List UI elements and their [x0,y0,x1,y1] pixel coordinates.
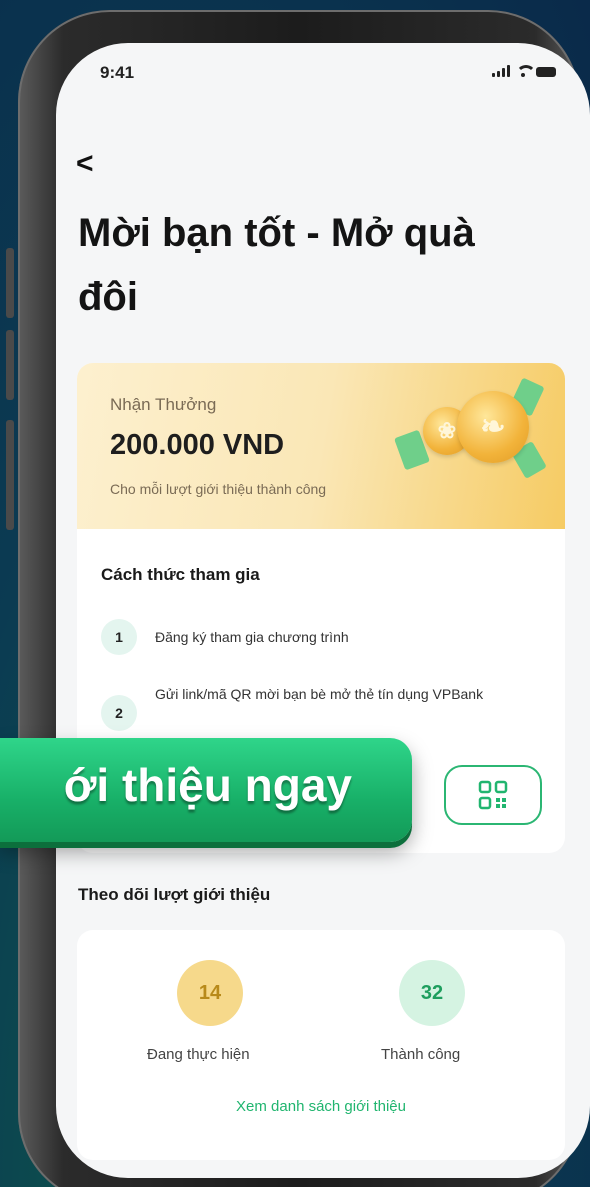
refer-now-button[interactable]: ới thiệu ngay [0,738,412,842]
tracking-card: 14 Đang thực hiện 32 Thành công Xem danh… [77,930,565,1160]
wifi-icon [516,65,536,77]
signal-icon [492,65,510,77]
battery-icon [536,67,556,77]
reward-amount: 200.000 VND [110,429,285,461]
in-progress-count: 14 [177,960,243,1026]
in-progress-label: Đang thực hiện [147,1046,250,1063]
success-label: Thành công [381,1046,461,1063]
view-referral-list-link[interactable]: Xem danh sách giới thiệu [77,1098,565,1115]
side-button-lower [6,420,14,530]
reward-label: Nhận Thưởng [110,395,217,414]
step-text: Gửi link/mã QR mời bạn bè mở thẻ tín dụn… [155,686,484,702]
refer-now-label: ới thiệu ngay [63,759,352,811]
status-icons [492,65,556,77]
step-number: 1 [101,619,137,655]
app-screen: 9:41 < Mời bạn tốt - Mở quà đôi Nhận Thư… [56,43,590,1178]
step-number: 2 [101,695,137,731]
side-button-middle [6,330,14,400]
phone-frame: 9:41 < Mời bạn tốt - Mở quà đôi Nhận Thư… [18,10,590,1187]
how-to-title: Cách thức tham gia [101,565,260,584]
step-text: Đăng ký tham gia chương trình [155,629,349,645]
page-title: Mời bạn tốt - Mở quà đôi [78,211,475,319]
reward-subtitle: Cho mỗi lượt giới thiệu thành công [110,481,327,497]
tracking-title: Theo dõi lượt giới thiệu [78,885,271,904]
reward-banner: Nhận Thưởng 200.000 VND Cho mỗi lượt giớ… [77,363,565,529]
success-count: 32 [399,960,465,1026]
qr-code-icon [478,780,508,810]
side-button-upper [6,248,14,318]
status-time: 9:41 [100,63,135,82]
coin-icon: ❧ [457,391,529,463]
qr-code-button[interactable] [444,765,542,825]
back-button[interactable]: < [76,147,94,181]
